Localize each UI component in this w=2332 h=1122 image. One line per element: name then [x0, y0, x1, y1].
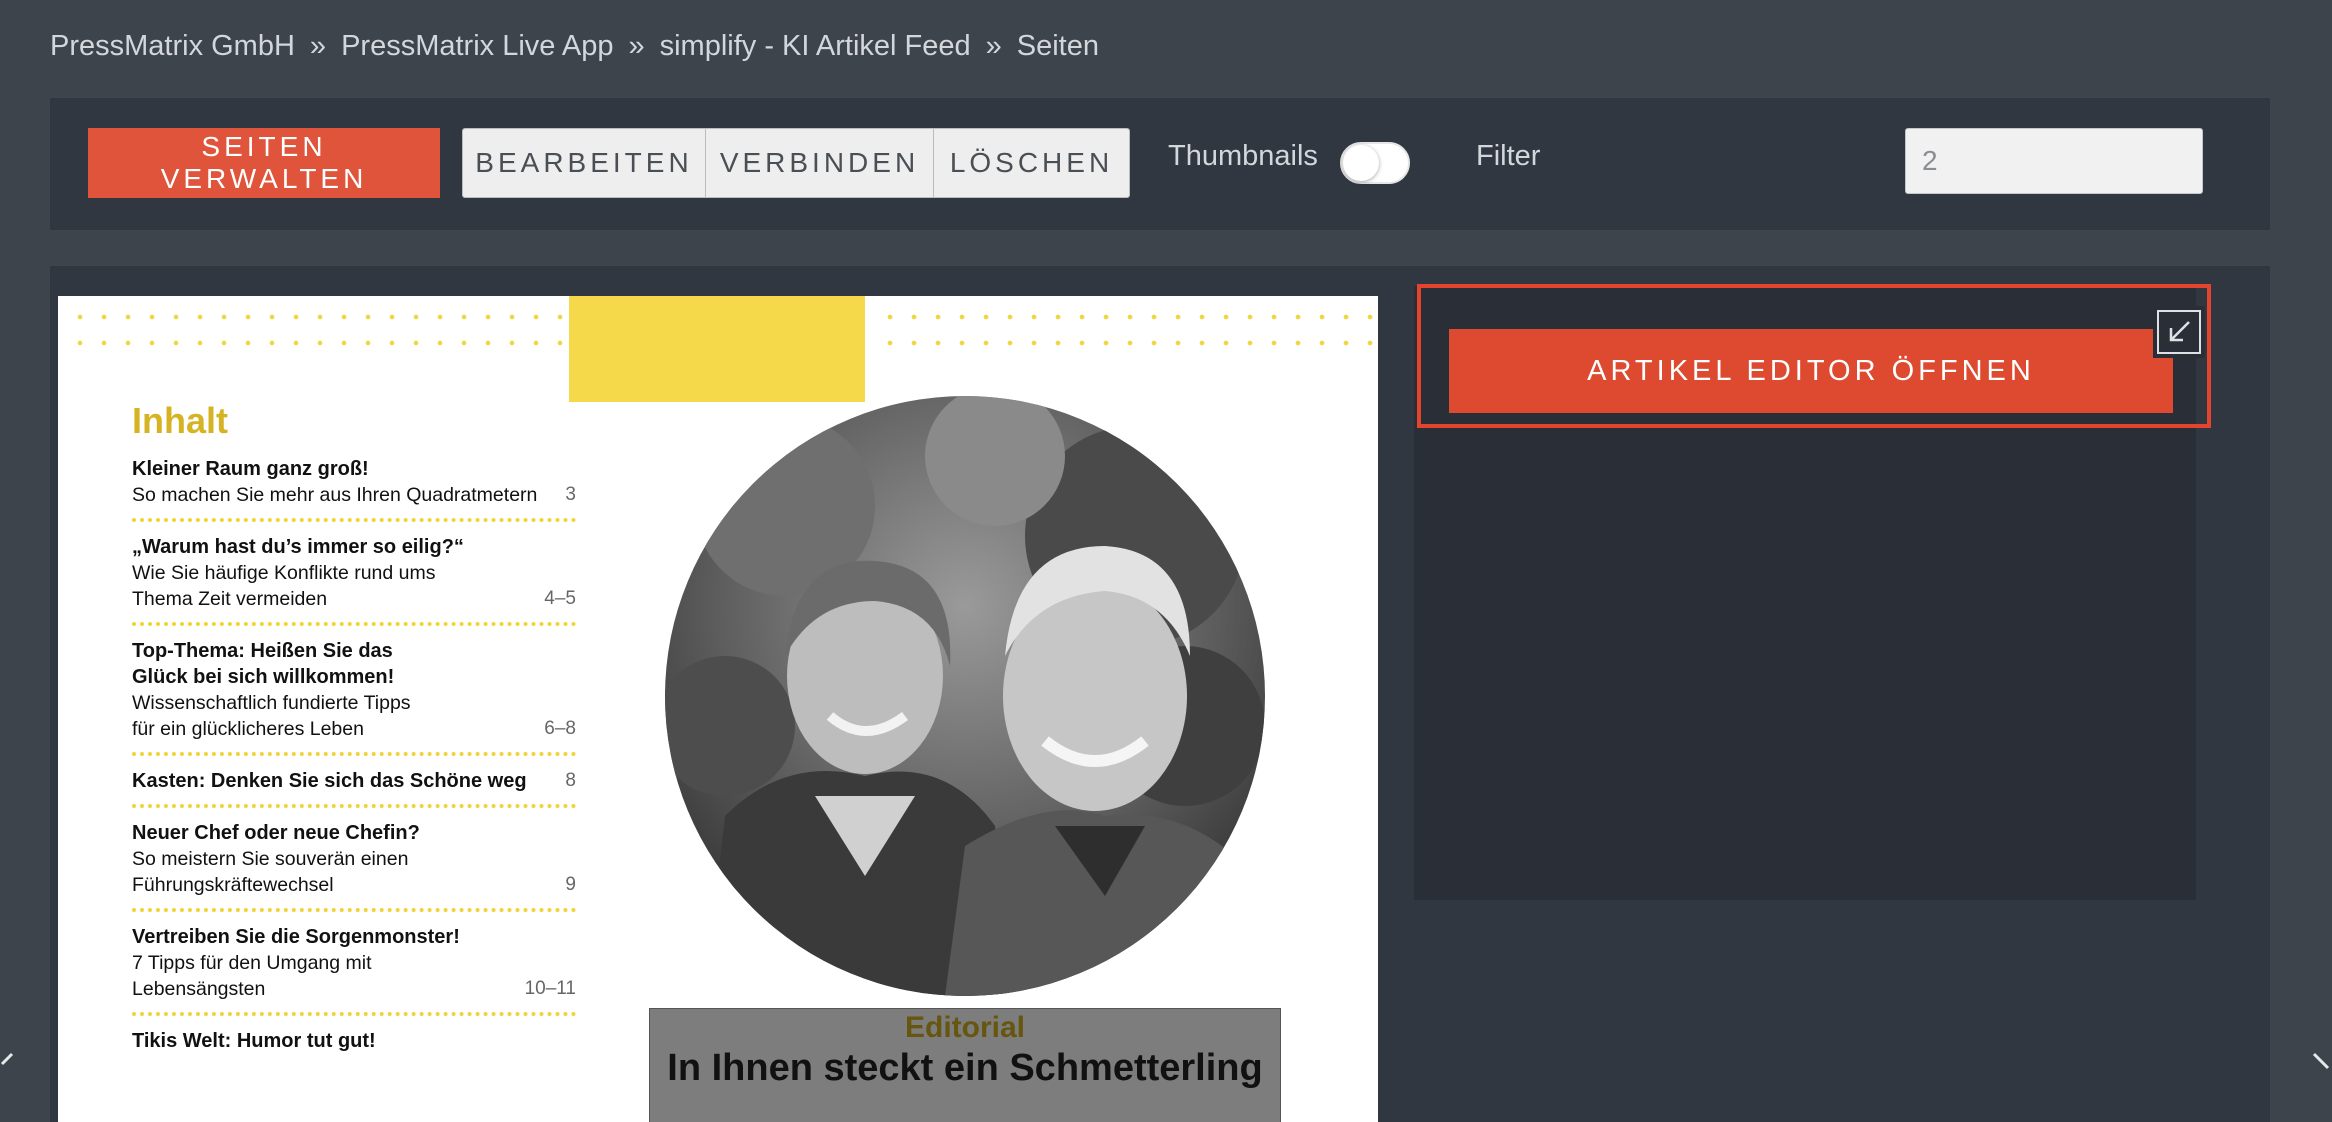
chevron-right-icon[interactable]	[2310, 1050, 2332, 1089]
toc-item-title: Vertreiben Sie die Sorgenmonster!	[132, 926, 460, 948]
delete-button[interactable]: LÖSCHEN	[934, 128, 1130, 198]
open-article-editor-button[interactable]: ARTIKEL EDITOR ÖFFNEN	[1449, 329, 2173, 413]
page-action-group: BEARBEITEN VERBINDEN LÖSCHEN	[462, 128, 1130, 198]
thumbnails-toggle[interactable]	[1340, 142, 1410, 184]
decorative-dots	[68, 304, 573, 360]
toc-item: Vertreiben Sie die Sorgenmonster! 7 Tipp…	[132, 924, 576, 1016]
breadcrumb-separator: »	[628, 29, 645, 62]
breadcrumb: PressMatrix GmbH » PressMatrix Live App …	[50, 22, 1099, 70]
toc-item-title: Neuer Chef oder neue Chefin?	[132, 822, 420, 844]
editorial-box: Editorial In Ihnen steckt ein Schmetterl…	[649, 1008, 1281, 1122]
toc-item: „Warum hast du’s immer so eilig?“ Wie Si…	[132, 534, 576, 626]
toc-item: Kasten: Denken Sie sich das Schöne weg 8	[132, 768, 576, 808]
toolbar: SEITEN VERWALTEN BEARBEITEN VERBINDEN LÖ…	[50, 98, 2270, 230]
toc-list: Kleiner Raum ganz groß! So machen Sie me…	[132, 456, 576, 1076]
breadcrumb-separator: »	[309, 29, 327, 62]
breadcrumb-item-company[interactable]: PressMatrix GmbH	[50, 30, 295, 63]
toc-item-title: „Warum hast du’s immer so eilig?“	[132, 536, 464, 558]
arrow-down-left-icon[interactable]	[2153, 306, 2205, 358]
toc-item-title: Tikis Welt: Humor tut gut!	[132, 1030, 376, 1052]
arrow-down-left-icon-svg	[2157, 310, 2201, 354]
toc-item: Tikis Welt: Humor tut gut!	[132, 1028, 576, 1064]
portrait-photo	[665, 396, 1265, 996]
toc-item: Neuer Chef oder neue Chefin? So meistern…	[132, 820, 576, 912]
page-preview[interactable]: Inhalt Kleiner Raum ganz groß! So machen…	[58, 296, 1378, 1122]
editorial-label: Editorial	[904, 1011, 1025, 1044]
toc-item-title: Top-Thema: Heißen Sie das Glück bei sich…	[132, 640, 395, 688]
chevron-left-icon[interactable]	[0, 1050, 14, 1089]
filter-label: Filter	[1476, 140, 1541, 172]
toc-title: Inhalt	[132, 400, 228, 441]
toc-item-page: 9	[565, 874, 576, 895]
edit-button[interactable]: BEARBEITEN	[462, 128, 706, 198]
breadcrumb-item-app[interactable]: PressMatrix Live App	[341, 30, 613, 63]
article-side-panel: ARTIKEL EDITOR ÖFFNEN	[1414, 284, 2211, 900]
yellow-block	[569, 296, 865, 402]
toc-item-desc: So machen Sie mehr aus Ihren Quadratmete…	[132, 484, 538, 506]
toc-item: Kleiner Raum ganz groß! So machen Sie me…	[132, 456, 576, 522]
filter-input[interactable]	[1905, 128, 2203, 194]
content-panel: Inhalt Kleiner Raum ganz groß! So machen…	[50, 266, 2270, 1122]
toc-item-page: 3	[565, 484, 576, 505]
thumbnails-label: Thumbnails	[1168, 140, 1318, 172]
toggle-knob	[1343, 145, 1379, 181]
toc-item-desc: 7 Tipps für den Umgang mit Lebensängsten	[132, 952, 372, 1000]
connect-button[interactable]: VERBINDEN	[706, 128, 934, 198]
toc-item-title: Kleiner Raum ganz groß!	[132, 458, 369, 480]
toc-item-desc: Wissenschaftlich fundierte Tipps für ein…	[132, 692, 411, 740]
breadcrumb-separator: »	[985, 29, 1002, 62]
editor-highlight-frame: ARTIKEL EDITOR ÖFFNEN	[1417, 284, 2211, 428]
portrait-image	[665, 396, 1265, 996]
toc-item-page: 8	[565, 770, 576, 791]
editorial-headline: In Ihnen steckt ein Schmetterling	[667, 1047, 1263, 1089]
toc-item-page: 6–8	[544, 718, 576, 739]
breadcrumb-item-issue[interactable]: simplify - KI Artikel Feed	[660, 30, 971, 63]
toc-item-title: Kasten: Denken Sie sich das Schöne weg	[132, 770, 527, 792]
manage-pages-button[interactable]: SEITEN VERWALTEN	[88, 128, 440, 198]
breadcrumb-item-current: Seiten	[1016, 29, 1099, 62]
toc-item-page: 10–11	[524, 978, 576, 999]
toc-item: Top-Thema: Heißen Sie das Glück bei sich…	[132, 638, 576, 756]
toc-item-desc: So meistern Sie souverän einen Führungsk…	[132, 848, 409, 896]
decorative-dots	[878, 304, 1373, 360]
toc-item-desc: Wie Sie häufige Konflikte rund ums Thema…	[132, 562, 436, 610]
toc-item-page: 4–5	[544, 588, 576, 609]
